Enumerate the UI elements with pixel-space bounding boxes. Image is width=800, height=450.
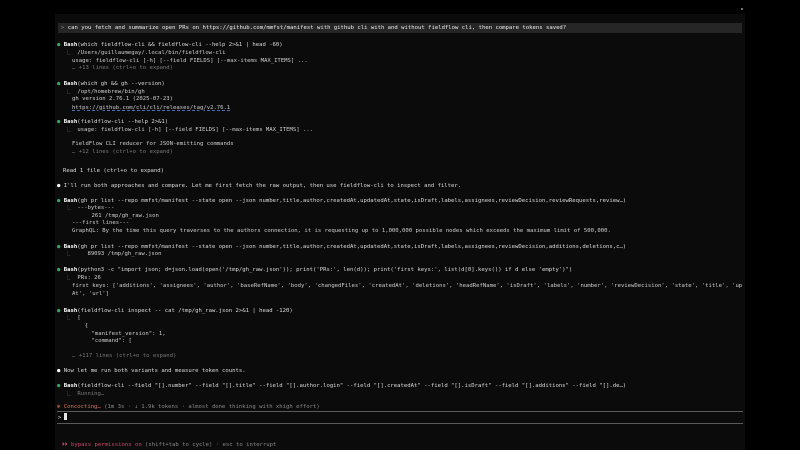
tool-call[interactable]: ● Bash(fieldflow-cli --help 2>&1) [57,119,743,126]
status-meta: (1m 3s · ↓ 1.9k tokens · almost done thi… [104,404,320,410]
tool-call[interactable]: ● Bash(which gh && gh --version) [57,81,743,88]
tool-output: ⎿ /Users/guillaumegay/.local/bin/fieldfl… [65,50,741,57]
tool-call[interactable]: ● Bash(fieldflow-cli --field "[].number"… [57,383,743,390]
prompt-input[interactable]: > [58,413,744,421]
tool-name: Bash [63,383,78,389]
prompt-symbol: > [61,25,65,31]
tool-status-icon: ● [57,308,64,314]
tool-output: ⎿ 89093 /tmp/gh_raw.json [65,251,741,258]
status-line: ✻ Concocting… (1m 3s · ↓ 1.9k tokens · a… [57,404,743,411]
terminal-window: > can you fetch and summarize open PRs o… [55,14,745,450]
assistant-message: ● Now let me run both variants and measu… [57,368,743,375]
tool-args: (fieldflow-cli inspect -- cat /tmp/gh_ra… [77,308,293,314]
output-text: PRs: 26 [77,275,101,281]
tool-args: (which fieldflow-cli && fieldflow-cli --… [77,42,283,48]
user-prompt: > can you fetch and summarize open PRs o… [58,23,742,33]
tool-output: ⎿ PRs: 26 [65,275,741,282]
tool-status-icon: ● [57,119,64,125]
text-cursor [64,413,68,420]
tool-status-icon: ● [57,244,64,250]
output-branch-icon: ⎿ [65,275,78,281]
message-bullet-icon: ● [57,368,64,374]
release-link[interactable]: https://github.com/cli/cli/releases/tag/… [72,105,742,112]
output-branch-icon: ⎿ [65,315,78,321]
message-text: I'll run both approaches and compare. Le… [63,183,462,189]
tool-call[interactable]: ● Bash(fieldflow-cli inspect -- cat /tmp… [57,308,743,315]
bypass-label: ⏵⏵ bypass permissions on [62,442,142,448]
tool-name: Bash [63,119,78,125]
tool-call[interactable]: ● Bash(gh pr list --repo mmfst/manifest … [57,244,743,251]
tool-output-line: ---first lines--- [72,220,130,226]
tool-output-line: "manifest_version": 1, [78,331,166,337]
tool-output: ⎿ Running… [65,391,741,398]
tool-name: Bash [63,42,78,48]
tool-args: (gh pr list --repo mmfst/manifest --stat… [77,244,627,250]
output-text: [ [77,315,81,321]
tool-output: ⎿ /opt/homebrew/bin/gh [65,89,741,96]
tool-args: (fieldflow-cli --field "[].number" --fie… [77,383,627,389]
input-divider-bottom [57,423,743,424]
tool-output-line: At', 'url'] [72,291,110,297]
tool-output: ⎿ usage: fieldflow-cli [-h] [--field FIE… [65,127,741,134]
tool-name: Bash [63,198,78,204]
expand-hint[interactable]: … +117 lines (ctrl+o to expand) [72,353,742,360]
output-text: usage: fieldflow-cli [-h] [--field FIELD… [77,127,314,133]
tool-name: Bash [63,244,78,250]
tool-args: (python3 -c "import json; d=json.load(op… [77,267,573,273]
tool-call[interactable]: ● Bash(which fieldflow-cli && fieldflow-… [57,42,743,49]
assistant-message: ● I'll run both approaches and compare. … [57,183,743,190]
output-branch-icon: ⎿ [65,205,78,211]
tool-name: Bash [63,267,78,273]
tool-status-icon: ● [57,267,64,273]
output-branch-icon: ⎿ [65,251,78,257]
tool-output-line: 261 /tmp/gh_raw.json [78,213,159,219]
tool-output-line: first keys: ['additions', 'assignees', '… [72,283,742,289]
tool-call[interactable]: ● Bash(gh pr list --repo mmfst/manifest … [57,198,743,205]
tool-args: (which gh && gh --version) [77,81,165,87]
bypass-hint: (shift+tab to cycle) · esc to interrupt [141,442,277,448]
prompt-text: can you fetch and summarize open PRs on … [67,25,567,31]
output-text: ---bytes--- [77,205,115,211]
status-label: Concocting… [63,404,101,410]
expand-hint[interactable]: … +12 lines (ctrl+o to expand) [72,149,742,156]
output-branch-icon: ⎿ [65,391,78,397]
output-branch-icon: ⎿ [65,89,78,95]
output-text: /opt/homebrew/bin/gh [77,89,145,95]
read-file-summary[interactable]: Read 1 file (ctrl+o to expand) [63,168,745,175]
tool-output: ⎿ [ [65,315,741,322]
output-branch-icon: ⎿ [65,127,78,133]
tool-name: Bash [63,308,78,314]
tool-output-line [72,134,742,141]
tool-status-icon: ● [57,383,64,389]
tool-status-icon: ● [57,198,64,204]
output-branch-icon: ⎿ [65,50,78,56]
output-text: 89093 /tmp/gh_raw.json [77,251,162,257]
expand-hint[interactable]: … +13 lines (ctrl+o to expand) [72,65,742,72]
input-symbol: > [58,415,62,421]
window-indicator-dot [741,8,743,10]
tool-name: Bash [63,81,78,87]
tool-output-line: FieldFlow CLI reducer for JSON-emitting … [72,141,234,147]
output-text: /Users/guillaumegay/.local/bin/fieldflow… [77,50,226,56]
tool-output-line: gh version 2.76.1 (2025-07-23) [72,96,174,102]
input-divider-top [57,411,743,412]
tool-args: (fieldflow-cli --help 2>&1) [77,119,169,125]
tool-output-line: GraphQL: By the time this query traverse… [72,228,611,234]
bypass-permissions-indicator[interactable]: ⏵⏵ bypass permissions on (shift+tab to c… [62,442,276,449]
message-bullet-icon: ● [57,183,64,189]
tool-output-line: { [78,323,89,329]
message-text: Now let me run both variants and measure… [63,368,246,374]
tool-status-icon: ● [57,81,64,87]
spinner-icon: ✻ [57,404,61,410]
tool-output: ⎿ ---bytes--- [65,205,741,212]
tool-args: (gh pr list --repo mmfst/manifest --stat… [77,198,627,204]
tool-output-line: usage: fieldflow-cli [-h] [--field FIELD… [72,58,308,64]
tool-status-icon: ● [57,42,64,48]
tool-call[interactable]: ● Bash(python3 -c "import json; d=json.l… [57,267,743,274]
tool-output-line: "command": [ [78,338,132,344]
output-text: Running… [77,391,105,397]
